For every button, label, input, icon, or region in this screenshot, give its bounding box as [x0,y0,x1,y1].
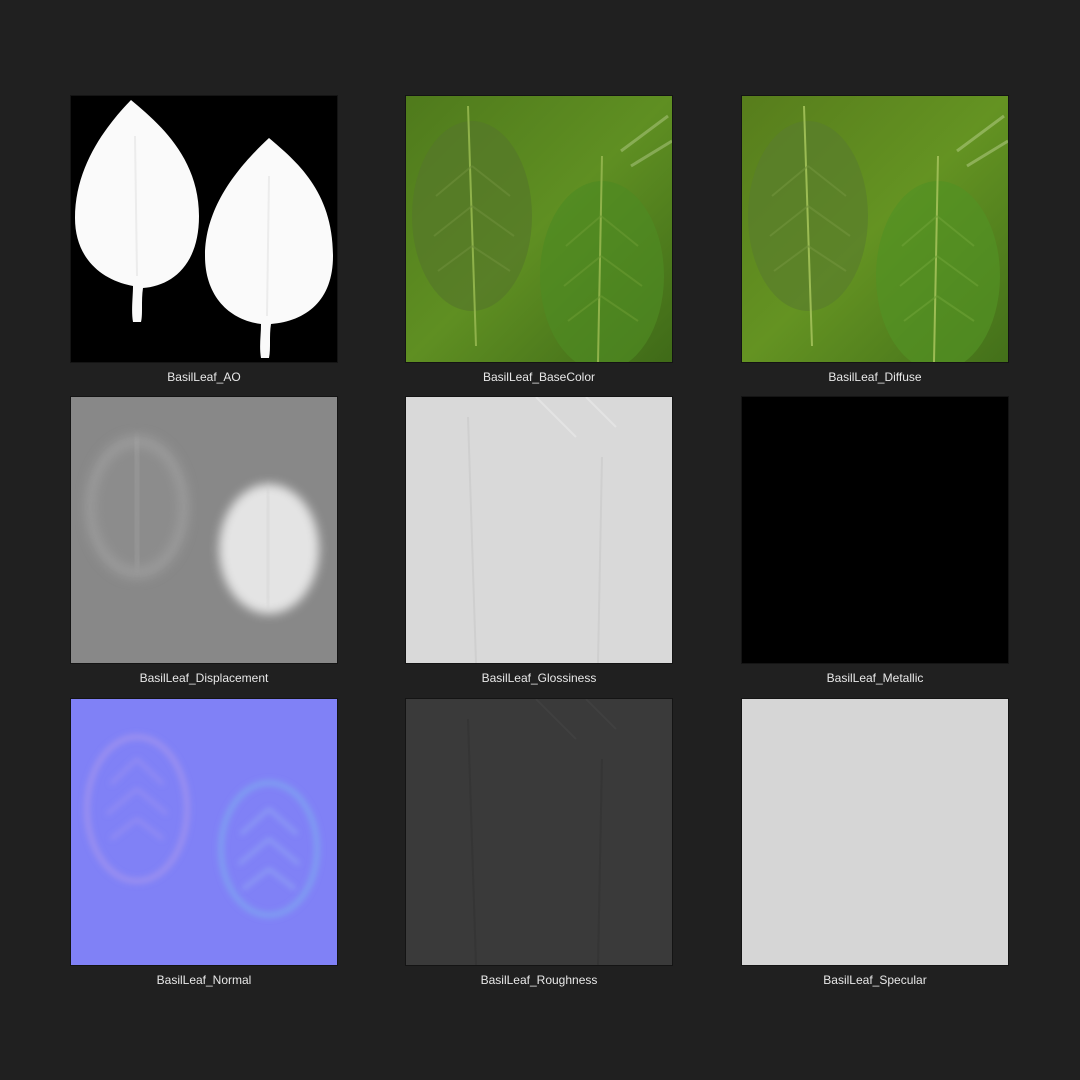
texture-label: BasilLeaf_AO [167,370,241,384]
texture-tile-glossiness[interactable]: BasilLeaf_Glossiness [406,397,672,687]
texture-tile-normal[interactable]: BasilLeaf_Normal [71,699,337,989]
texture-tile-specular[interactable]: BasilLeaf_Specular [742,699,1008,989]
ao-thumbnail [71,96,337,362]
texture-tile-metallic[interactable]: BasilLeaf_Metallic [742,397,1008,687]
diffuse-thumbnail [742,96,1008,362]
texture-tile-displacement[interactable]: BasilLeaf_Displacement [71,397,337,687]
texture-tile-basecolor[interactable]: BasilLeaf_BaseColor [406,96,672,386]
texture-label: BasilLeaf_Metallic [826,671,924,685]
texture-label: BasilLeaf_Roughness [480,973,598,987]
normal-thumbnail [71,699,337,965]
texture-label: BasilLeaf_Glossiness [481,671,597,685]
roughness-thumbnail [406,699,672,965]
texture-label: BasilLeaf_Specular [823,973,927,987]
basecolor-thumbnail [406,96,672,362]
metallic-thumbnail [742,397,1008,663]
specular-thumbnail [742,699,1008,965]
texture-tile-diffuse[interactable]: BasilLeaf_Diffuse [742,96,1008,386]
texture-tile-ao[interactable]: BasilLeaf_AO [71,96,337,386]
texture-grid: BasilLeaf_AO BasilLeaf_BaseColor BasilLe… [0,0,1080,1080]
texture-tile-roughness[interactable]: BasilLeaf_Roughness [406,699,672,989]
glossiness-thumbnail [406,397,672,663]
texture-label: BasilLeaf_Normal [156,973,252,987]
texture-label: BasilLeaf_Diffuse [828,370,922,384]
texture-label: BasilLeaf_BaseColor [482,370,596,384]
texture-label: BasilLeaf_Displacement [139,671,269,685]
displacement-thumbnail [71,397,337,663]
